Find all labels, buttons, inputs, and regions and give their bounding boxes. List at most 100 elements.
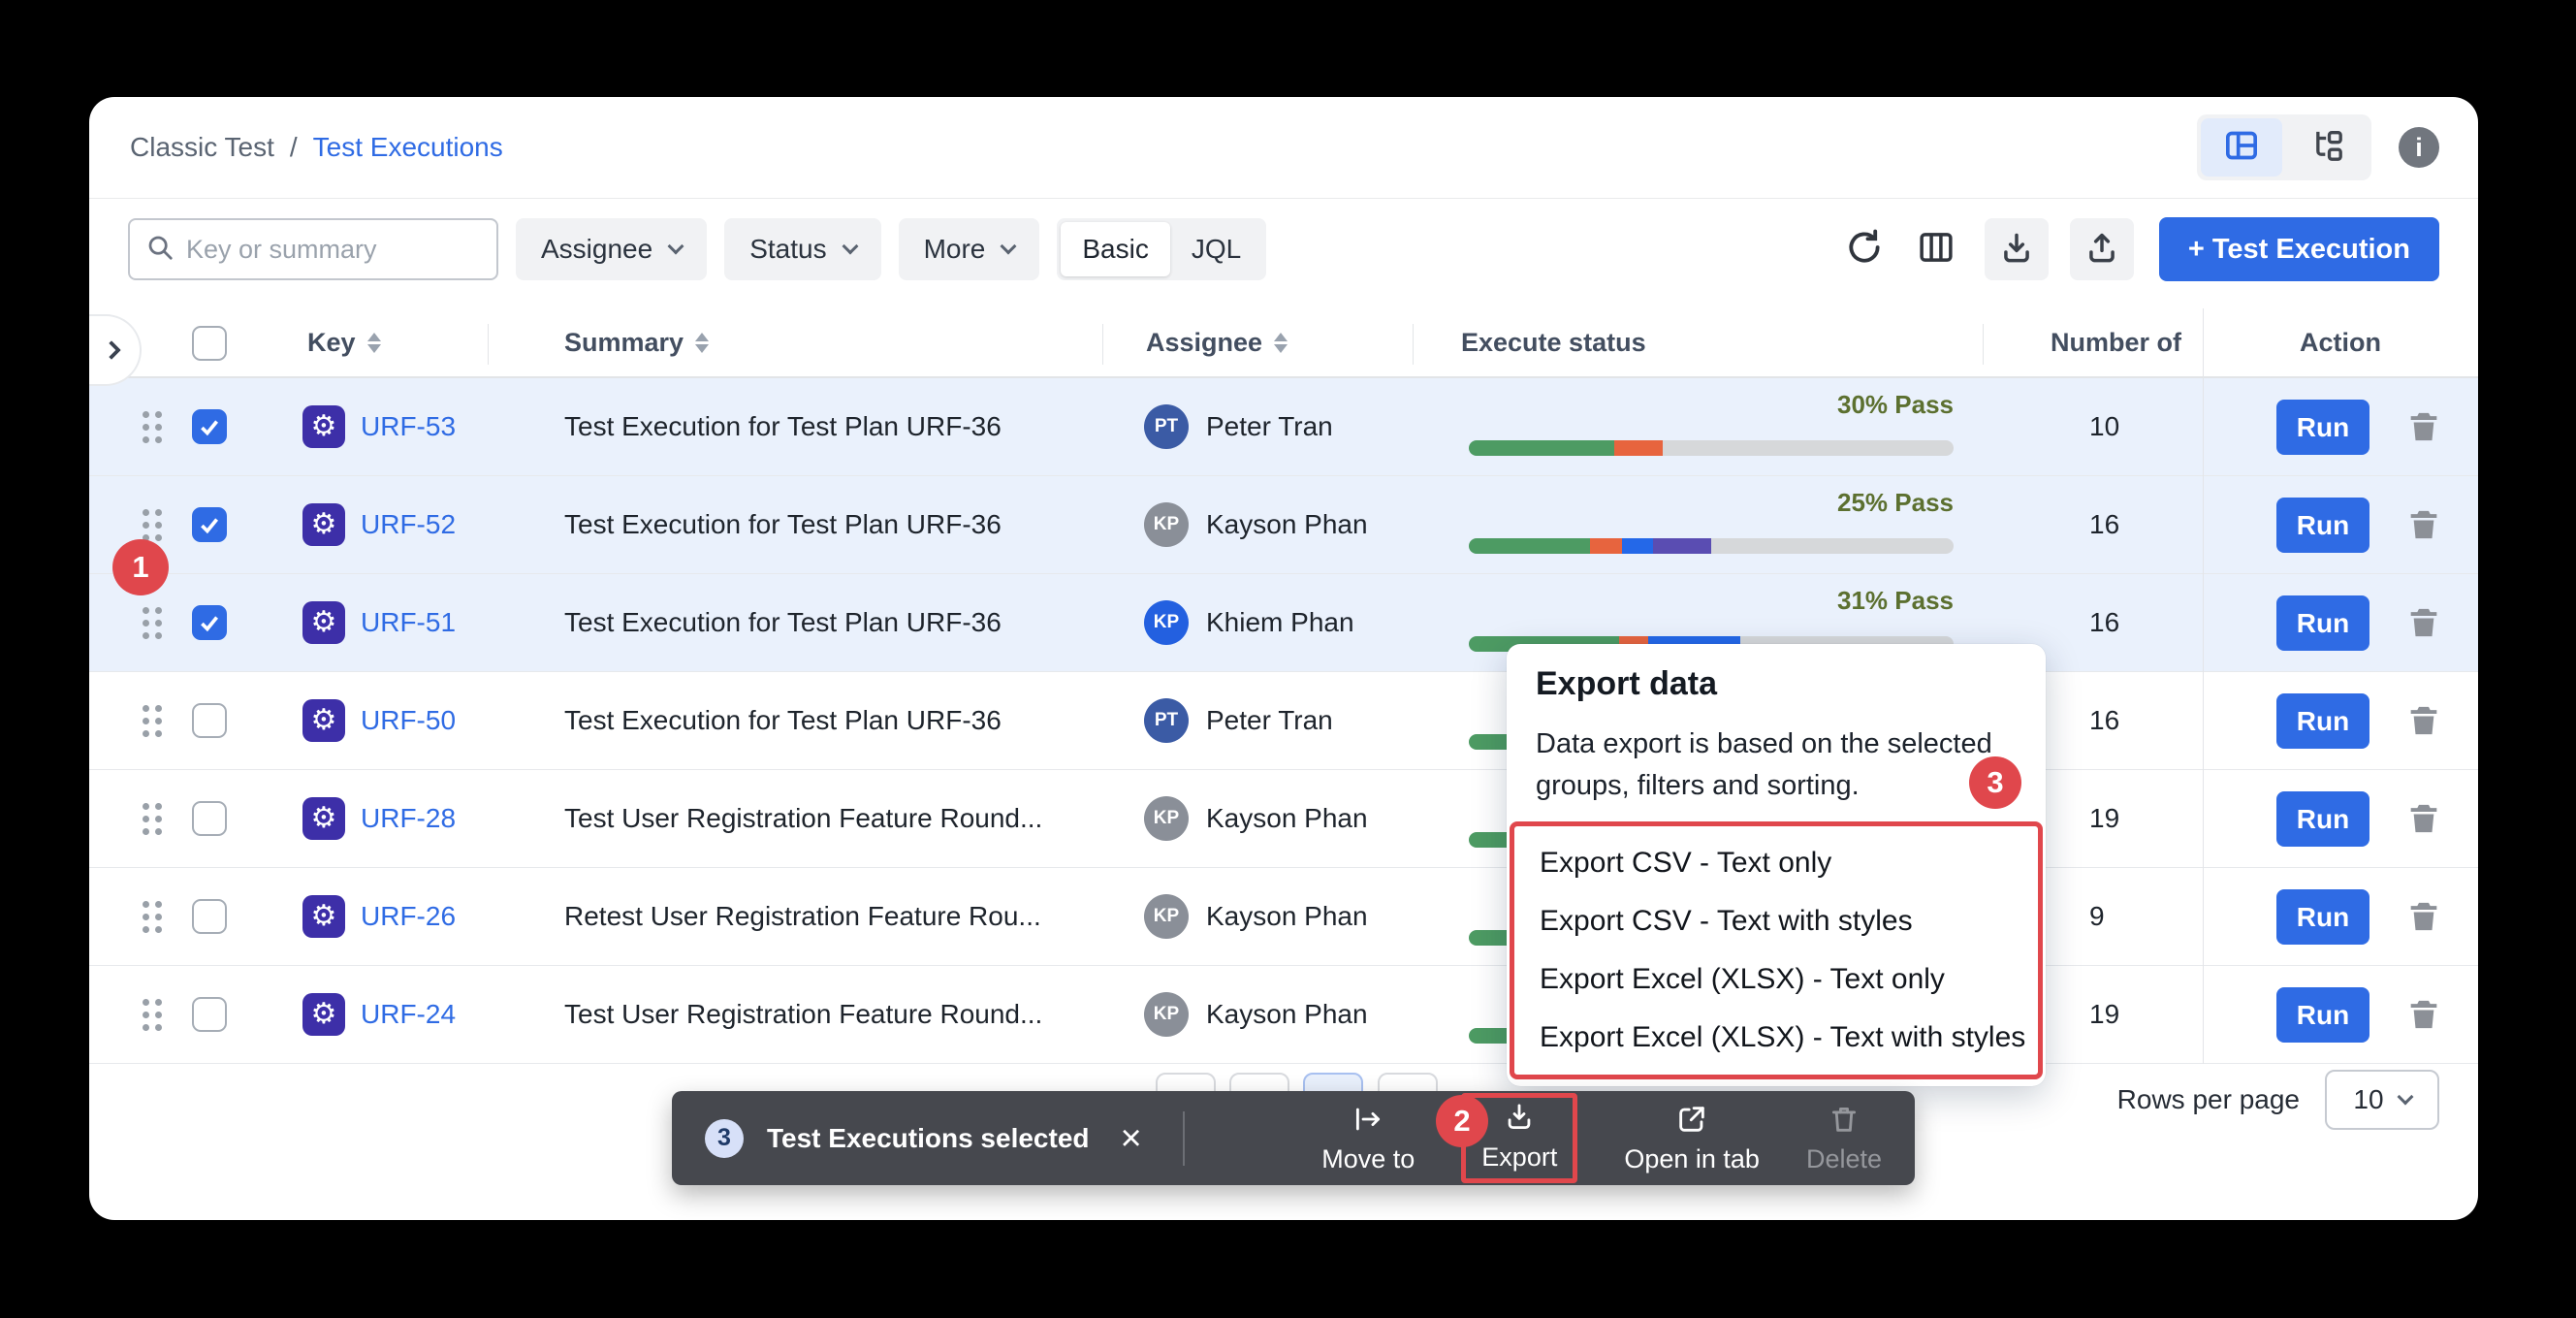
status-segment [1614,440,1663,456]
table-row[interactable]: ⚙ URF-50 Test Execution for Test Plan UR… [89,672,2478,770]
breadcrumb-parent[interactable]: Classic Test [130,132,274,163]
export-button[interactable] [2070,218,2134,280]
chevron-down-icon [1001,239,1017,255]
drag-handle-icon[interactable] [143,411,149,418]
number-of-value: 16 [2089,574,2119,671]
trash-icon[interactable] [2404,505,2443,544]
drag-handle-icon[interactable] [143,999,149,1006]
annotation-step-3: 3 [1969,756,2021,809]
trash-icon[interactable] [2404,407,2443,446]
table-layout-toggle[interactable] [2201,118,2282,177]
test-execution-type-icon: ⚙ [302,797,345,840]
issue-key-link[interactable]: URF-26 [361,868,456,965]
issue-key-link[interactable]: URF-52 [361,476,456,573]
columns-button[interactable] [1909,218,1963,280]
row-checkbox[interactable] [192,997,227,1032]
drag-handle-icon[interactable] [143,509,149,516]
drag-handle-icon[interactable] [143,803,149,810]
issue-key-link[interactable]: URF-24 [361,966,456,1063]
chevron-right-icon [102,340,121,360]
avatar: PT [1144,404,1189,449]
gear-icon: ⚙ [311,412,337,441]
info-icon[interactable]: i [2399,127,2439,168]
row-checkbox[interactable] [192,507,227,542]
selection-label: Test Executions selected [767,1123,1090,1154]
issue-key-link[interactable]: URF-53 [361,378,456,475]
assignee-name: Peter Tran [1206,378,1333,475]
mode-basic-tab[interactable]: Basic [1061,222,1169,276]
column-header-summary[interactable]: Summary [564,308,709,376]
avatar: PT [1144,698,1189,743]
breadcrumb-current[interactable]: Test Executions [313,132,503,163]
test-execution-type-icon: ⚙ [302,503,345,546]
table-row[interactable]: ⚙ URF-24 Test User Registration Feature … [89,966,2478,1064]
filter-status[interactable]: Status [724,218,880,280]
run-button[interactable]: Run [2276,400,2369,455]
import-button[interactable] [1985,218,2049,280]
row-checkbox[interactable] [192,409,227,444]
table-row[interactable]: ⚙ URF-28 Test User Registration Feature … [89,770,2478,868]
tree-layout-toggle[interactable] [2286,118,2368,177]
status-segment [1663,440,1954,456]
add-test-execution-button[interactable]: + Test Execution [2159,217,2439,281]
filter-more[interactable]: More [899,218,1040,280]
gear-icon: ⚙ [311,1000,337,1029]
trash-icon[interactable] [2404,897,2443,936]
menu-item-export-xlsx-text-only[interactable]: Export Excel (XLSX) - Text only [1514,950,2038,1009]
column-header-assignee[interactable]: Assignee [1146,308,1288,376]
open-in-tab-action[interactable]: Open in tab [1624,1103,1760,1174]
refresh-button[interactable] [1837,218,1892,280]
table-row[interactable]: ⚙ URF-26 Retest User Registration Featur… [89,868,2478,966]
chevron-down-icon [668,239,684,255]
columns-icon [1916,227,1956,273]
trash-icon[interactable] [2404,603,2443,642]
select-all-checkbox[interactable] [192,326,227,361]
run-button[interactable]: Run [2276,498,2369,553]
close-icon[interactable]: × [1121,1120,1142,1157]
row-checkbox[interactable] [192,801,227,836]
sort-icon[interactable] [1274,333,1288,353]
row-checkbox[interactable] [192,899,227,934]
pass-percentage-label: 30% Pass [1469,390,1954,420]
execute-status-bar [1469,440,1954,456]
run-button[interactable]: Run [2276,693,2369,749]
trash-icon[interactable] [2404,701,2443,740]
run-button[interactable]: Run [2276,987,2369,1043]
gear-icon: ⚙ [311,510,337,539]
issue-key-link[interactable]: URF-28 [361,770,456,867]
run-button[interactable]: Run [2276,889,2369,945]
trash-icon[interactable] [2404,799,2443,838]
search-input[interactable] [186,235,481,265]
assignee-name: Kayson Phan [1206,966,1368,1063]
menu-item-export-xlsx-text-with-styles[interactable]: Export Excel (XLSX) - Text with styles [1514,1009,2038,1067]
assignee-name: Kayson Phan [1206,476,1368,573]
row-checkbox[interactable] [192,605,227,640]
number-of-value: 10 [2089,378,2119,475]
filter-assignee[interactable]: Assignee [516,218,707,280]
row-checkbox[interactable] [192,703,227,738]
table-row[interactable]: ⚙ URF-53 Test Execution for Test Plan UR… [89,378,2478,476]
run-button[interactable]: Run [2276,595,2369,651]
test-execution-type-icon: ⚙ [302,405,345,448]
view-controls: i [2197,113,2439,182]
rows-per-page-select[interactable]: 10 [2325,1070,2439,1130]
move-to-action[interactable]: Move to [1321,1103,1415,1174]
mode-jql-tab[interactable]: JQL [1170,234,1262,265]
summary-text: Test Execution for Test Plan URF-36 [564,672,1002,769]
drag-handle-icon[interactable] [143,607,149,614]
column-header-key[interactable]: Key [307,308,381,376]
run-button[interactable]: Run [2276,791,2369,847]
selection-bar: 3 Test Executions selected × Move to Exp… [672,1091,1915,1185]
table-row[interactable]: ⚙ URF-51 Test Execution for Test Plan UR… [89,574,2478,672]
gear-icon: ⚙ [311,608,337,637]
sort-icon[interactable] [367,333,381,353]
drag-handle-icon[interactable] [143,901,149,908]
table-row[interactable]: ⚙ URF-52 Test Execution for Test Plan UR… [89,476,2478,574]
menu-item-export-csv-text-with-styles[interactable]: Export CSV - Text with styles [1514,892,2038,950]
trash-icon[interactable] [2404,995,2443,1034]
issue-key-link[interactable]: URF-50 [361,672,456,769]
issue-key-link[interactable]: URF-51 [361,574,456,671]
sort-icon[interactable] [695,333,709,353]
drag-handle-icon[interactable] [143,705,149,712]
menu-item-export-csv-text-only[interactable]: Export CSV - Text only [1514,834,2038,892]
